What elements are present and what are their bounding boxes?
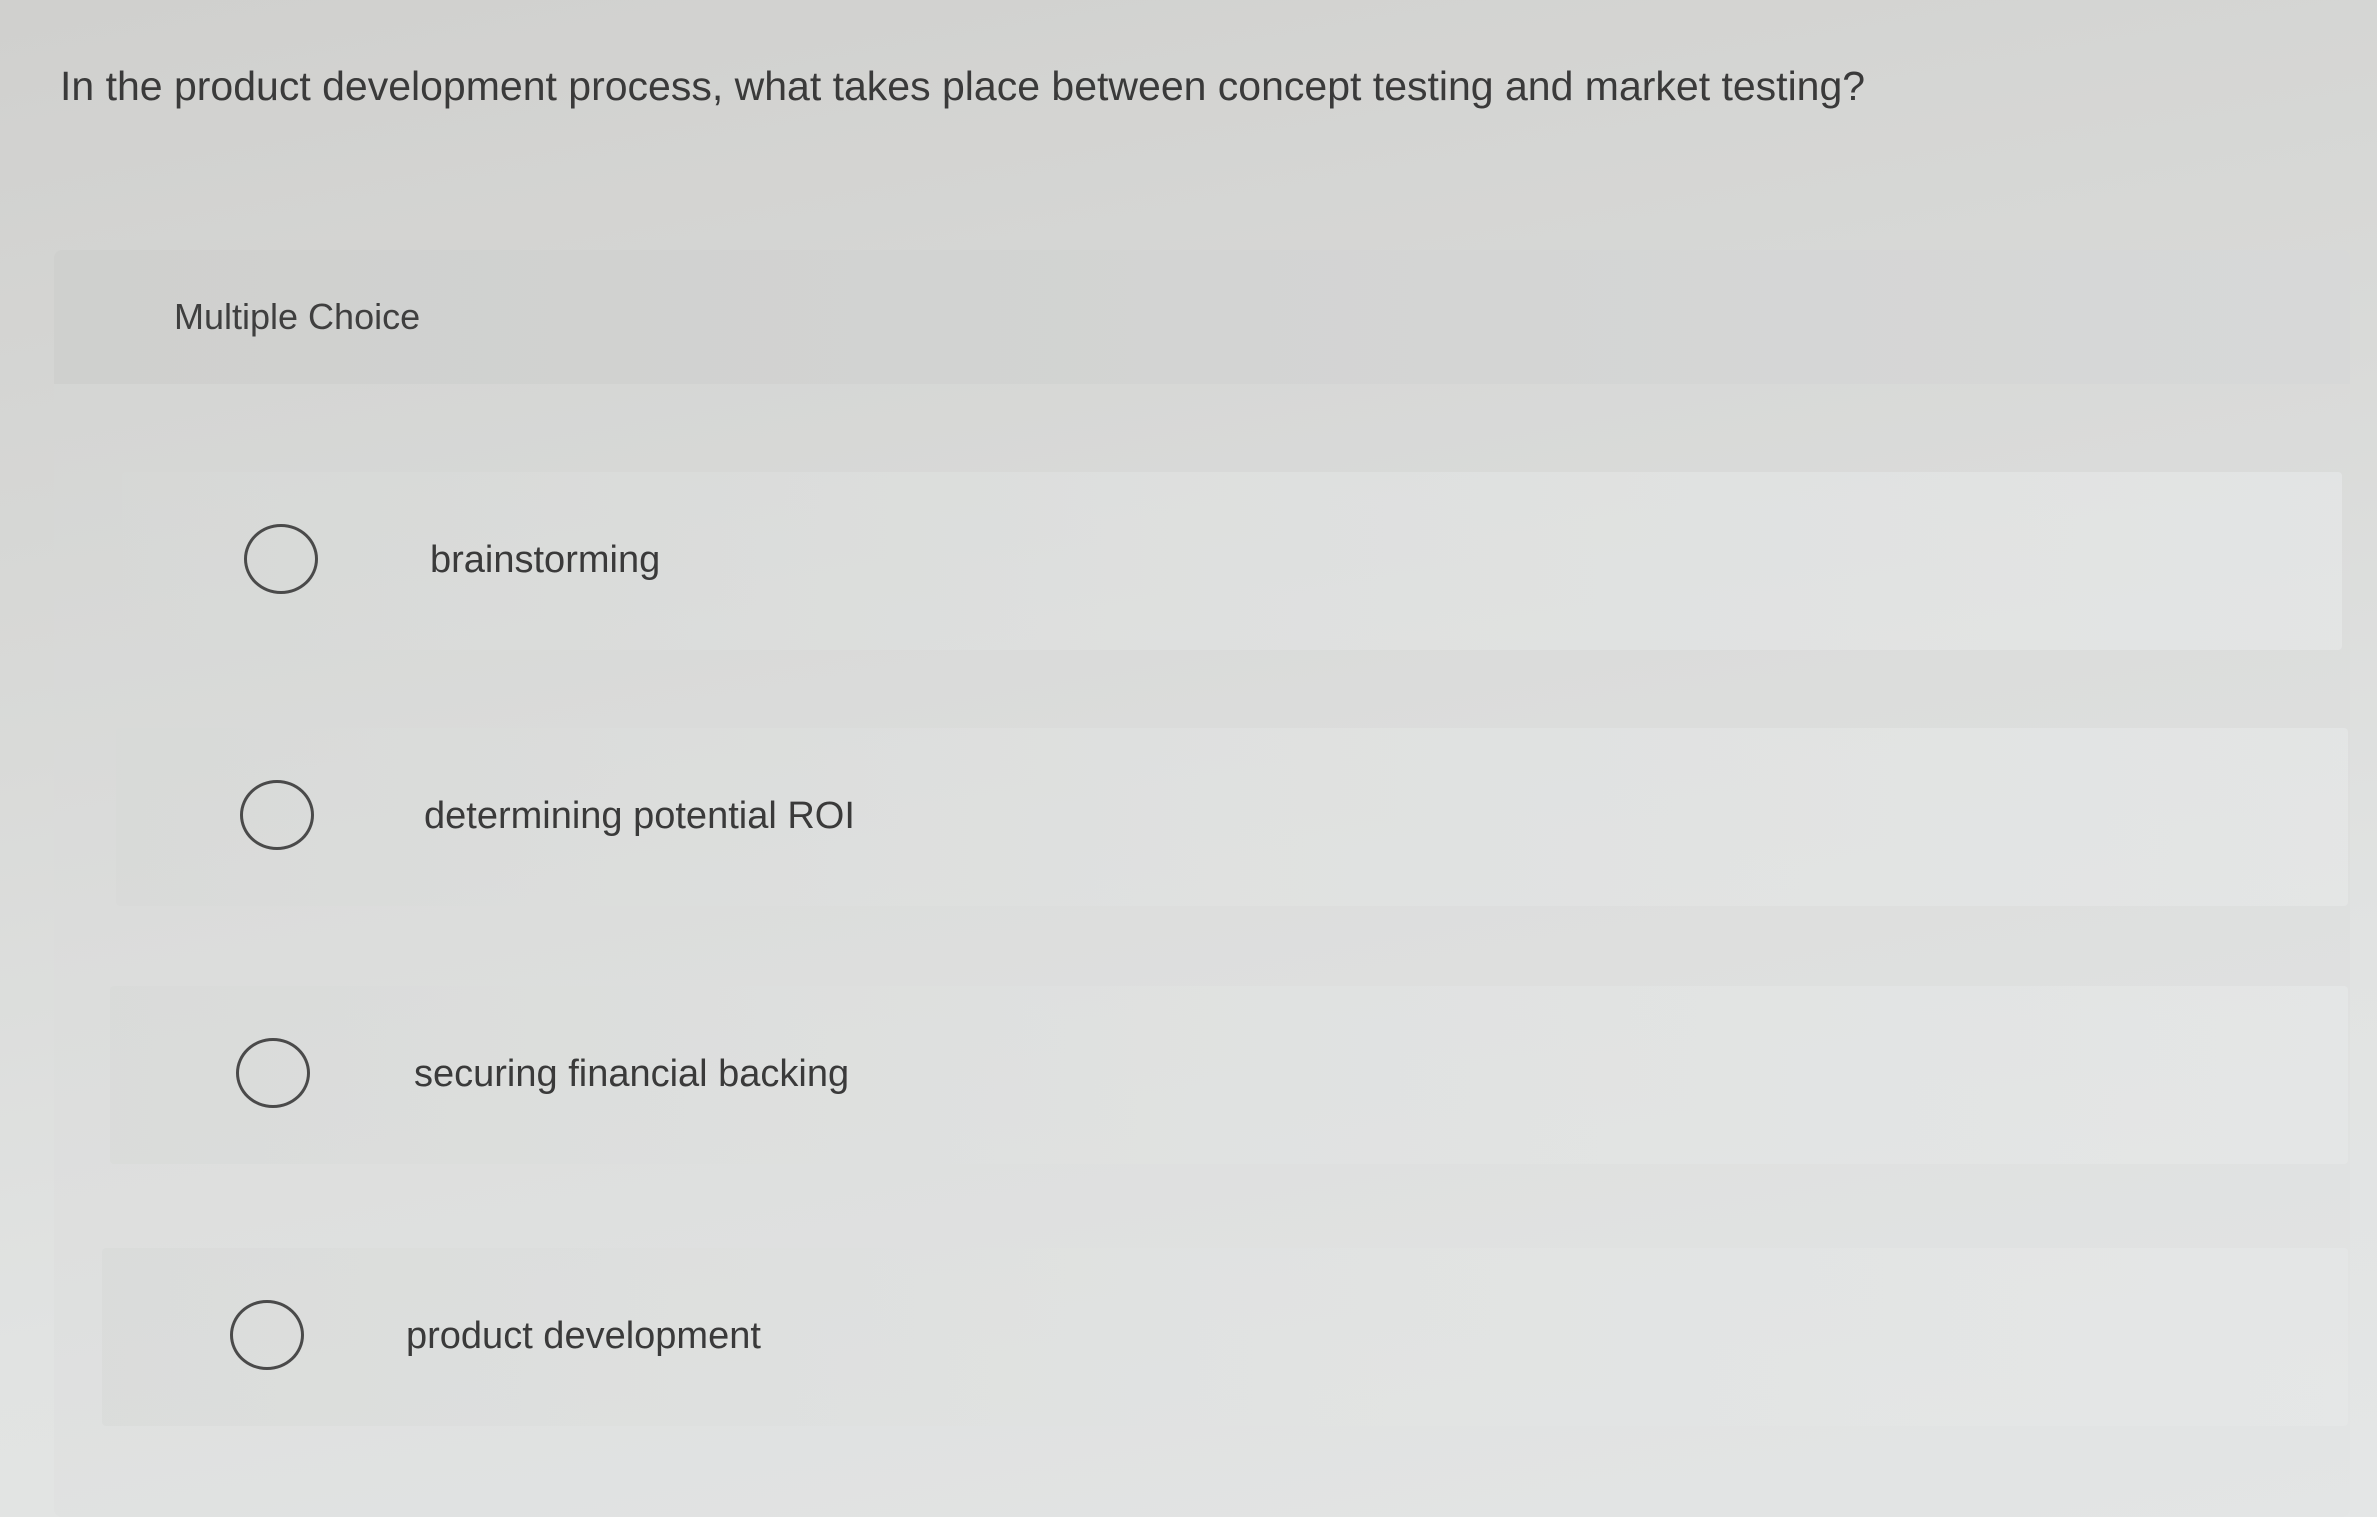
answer-option-label: product development <box>406 1315 761 1357</box>
answer-option-label: brainstorming <box>430 539 661 581</box>
radio-button[interactable] <box>240 780 314 850</box>
answer-option-label: securing financial backing <box>414 1053 850 1095</box>
multiple-choice-card: Multiple Choice brainstorming determinin… <box>54 250 2350 1517</box>
radio-button[interactable] <box>236 1038 310 1108</box>
radio-button[interactable] <box>244 524 318 594</box>
answer-option-financial-backing[interactable]: securing financial backing <box>110 986 2348 1164</box>
question-text: In the product development process, what… <box>60 63 1866 109</box>
answer-option-brainstorming[interactable]: brainstorming <box>122 472 2342 650</box>
radio-button[interactable] <box>230 1300 304 1370</box>
question-type-label: Multiple Choice <box>174 296 421 337</box>
answer-option-product-development[interactable]: product development <box>102 1248 2348 1426</box>
card-header: Multiple Choice <box>54 250 2350 384</box>
answer-option-label: determining potential ROI <box>424 795 855 837</box>
answer-option-roi[interactable]: determining potential ROI <box>116 728 2348 906</box>
